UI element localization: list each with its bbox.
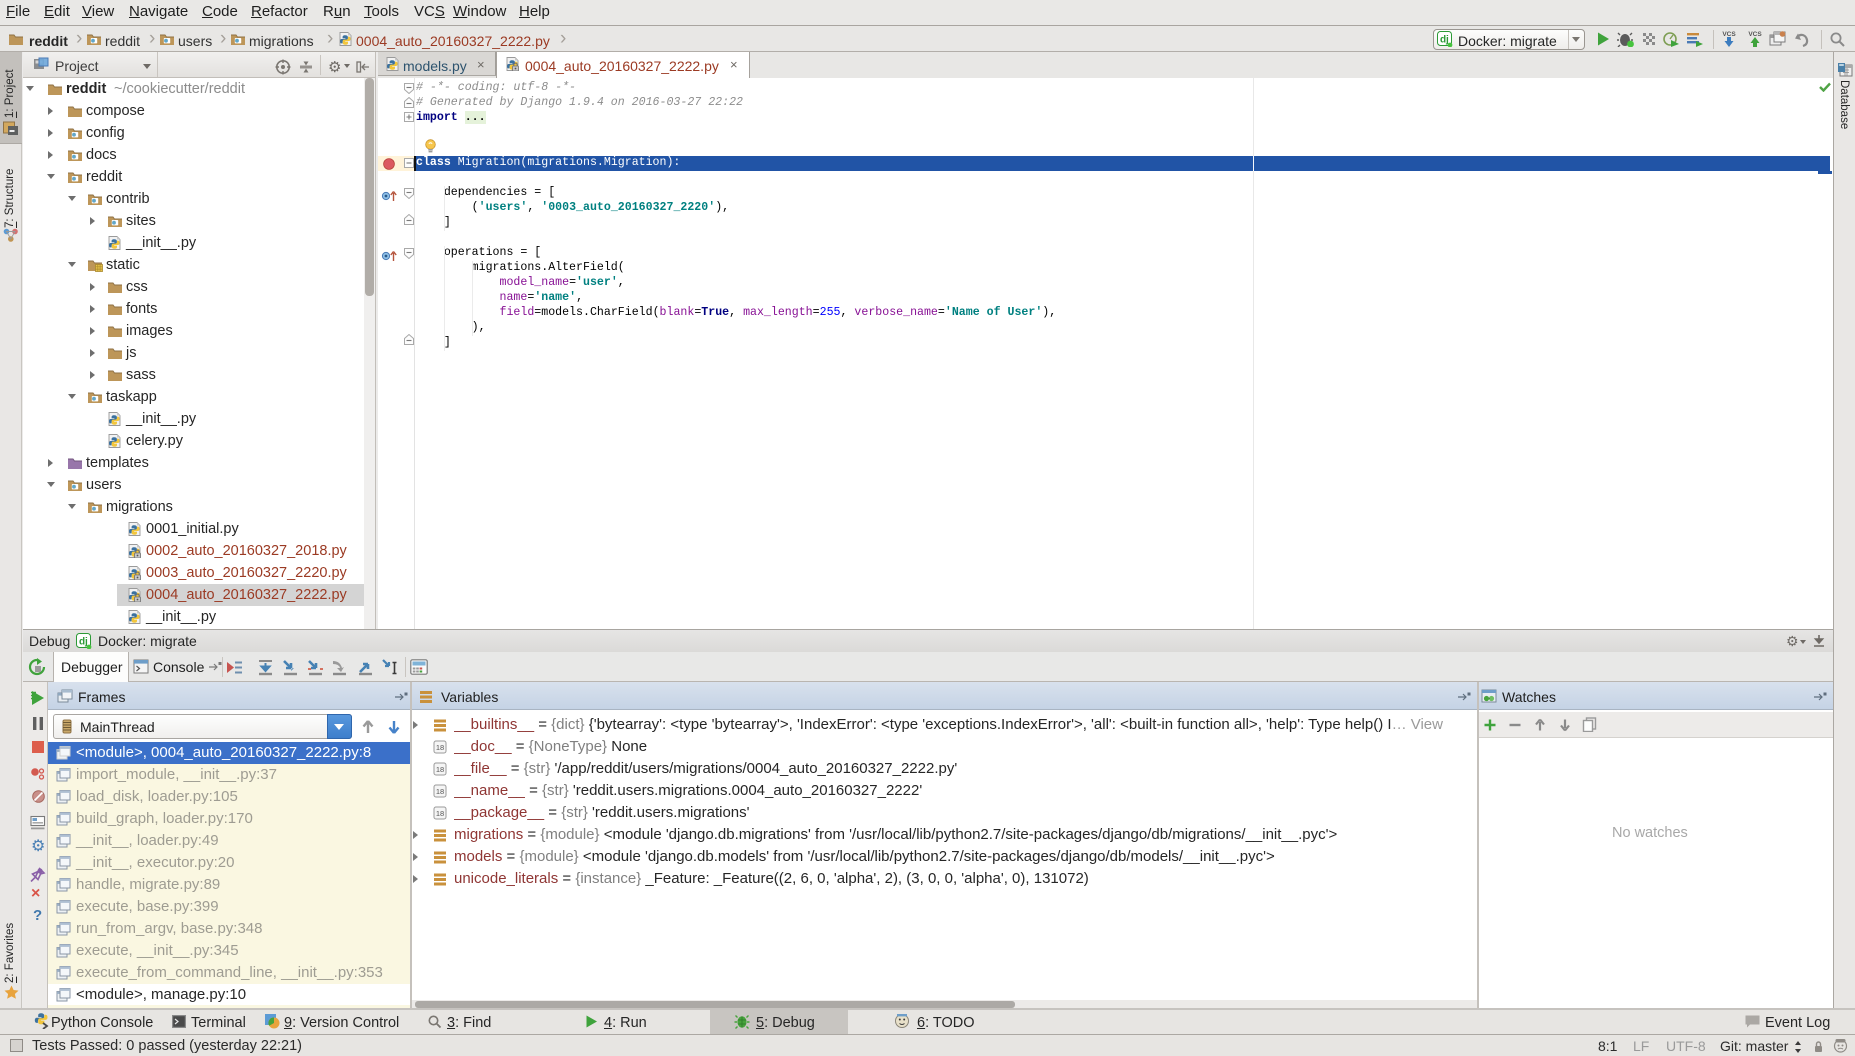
svg-text:18: 18 [436,765,444,774]
svg-text:dj: dj [79,636,88,647]
svg-text:dj: dj [1440,34,1449,45]
svg-text:18: 18 [436,743,444,752]
svg-text:VCS: VCS [1748,31,1762,38]
svg-text:18: 18 [436,787,444,796]
svg-text:VCS: VCS [1722,31,1736,38]
svg-text:18: 18 [436,809,444,818]
